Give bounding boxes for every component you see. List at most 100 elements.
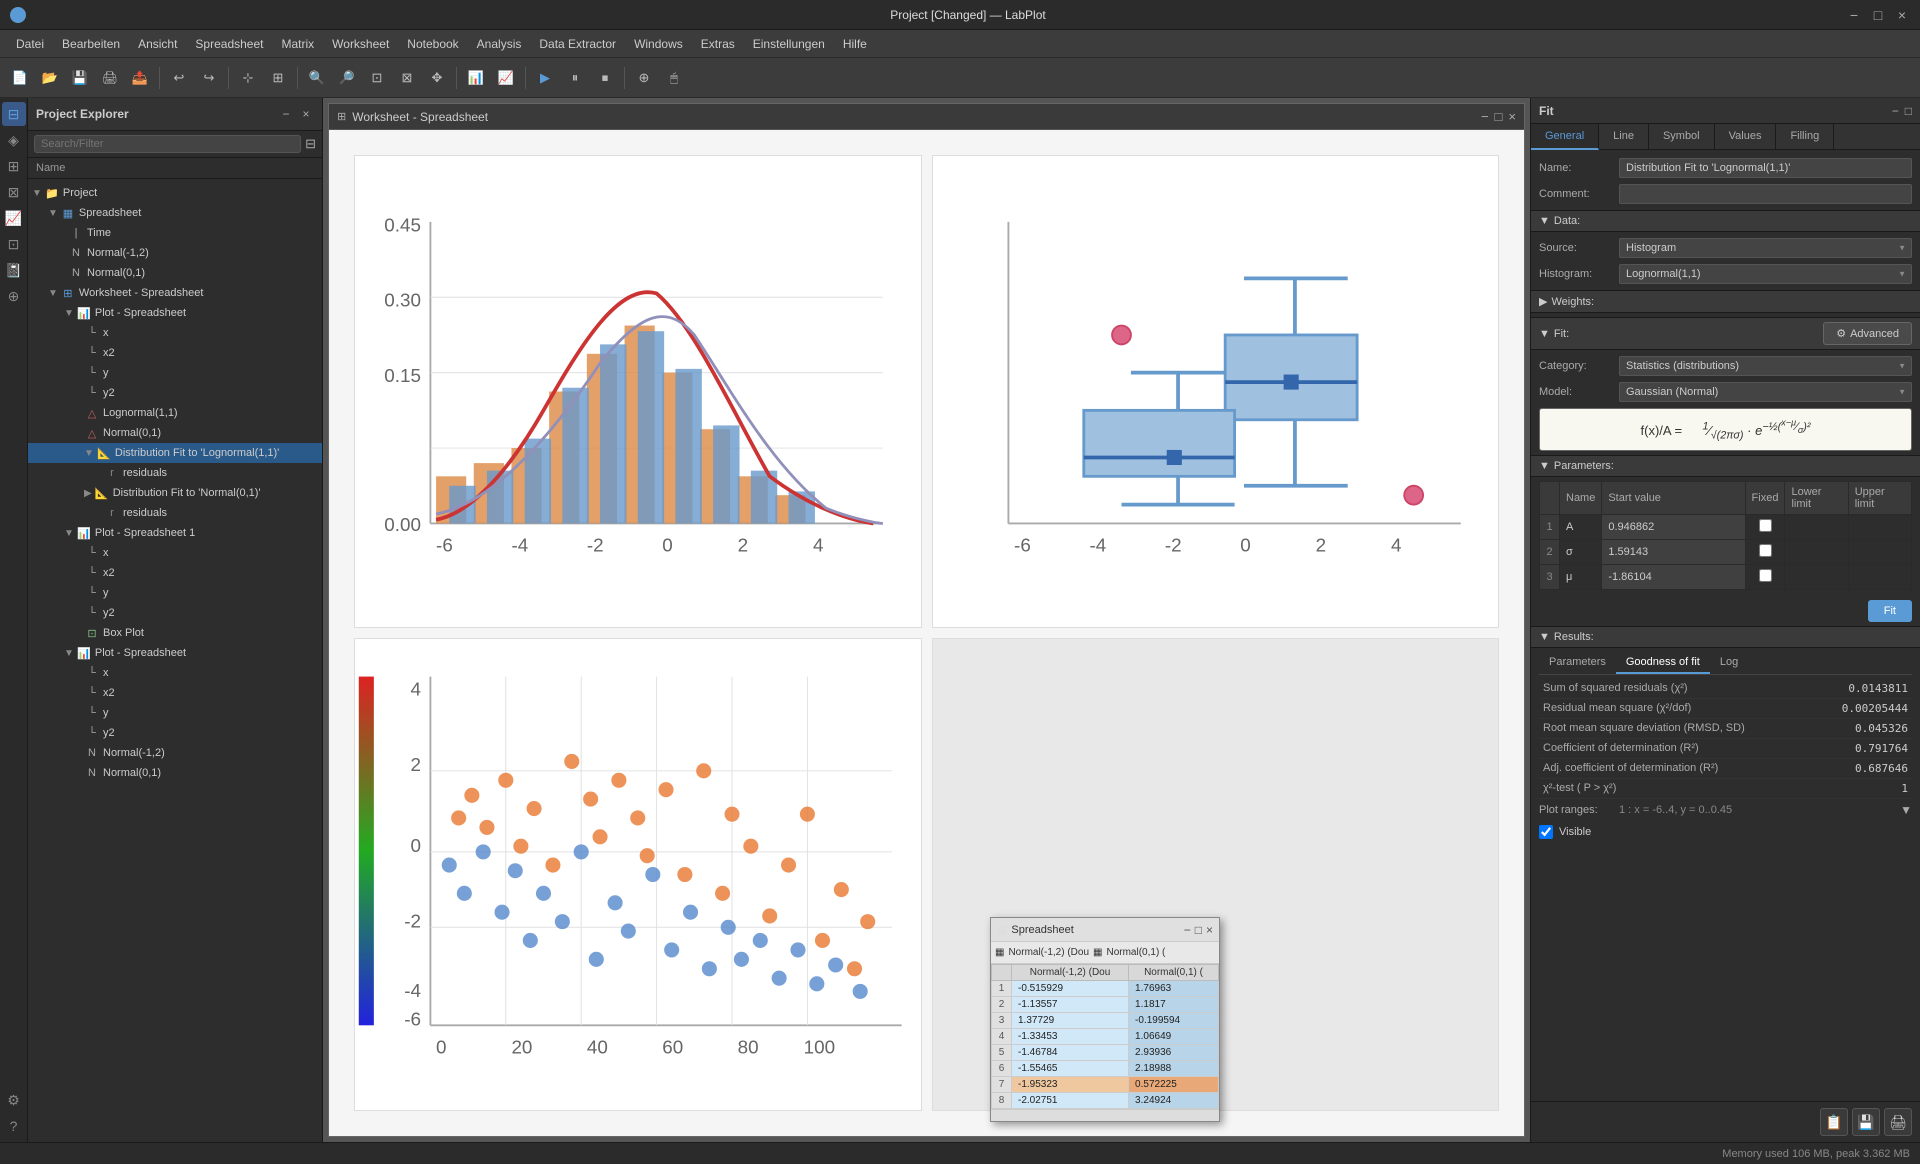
worksheet-icon[interactable]: ⊞ — [2, 154, 26, 178]
ss-expand-btn[interactable]: □ — [1195, 923, 1202, 937]
cell-v2[interactable]: 2.93936 — [1129, 1045, 1219, 1061]
histogram-select[interactable]: Lognormal(1,1) — [1619, 264, 1912, 284]
param-start-value[interactable] — [1602, 539, 1745, 564]
save-button[interactable]: 💾 — [66, 64, 94, 92]
spreadsheet-icon[interactable]: ⊠ — [2, 180, 26, 204]
menu-item-einstellungen[interactable]: Einstellungen — [745, 34, 833, 54]
cell-v1[interactable]: -1.46784 — [1012, 1045, 1129, 1061]
menu-item-notebook[interactable]: Notebook — [399, 34, 466, 54]
param-upper[interactable] — [1848, 564, 1911, 589]
tree-item-normal01c[interactable]: N Normal(0,1) — [28, 763, 322, 783]
histogram-panel[interactable]: 0.45 0.30 0.15 0.00 -6 -4 -2 0 2 4 — [354, 155, 922, 628]
ss-minimize-btn[interactable]: − — [1184, 923, 1191, 937]
undo-button[interactable]: ↩ — [165, 64, 193, 92]
close-button[interactable]: × — [1894, 7, 1910, 23]
cell-v2[interactable]: 0.572225 — [1129, 1077, 1219, 1093]
name-input[interactable] — [1619, 158, 1912, 178]
table-row[interactable]: 2 -1.13557 1.1817 — [992, 997, 1219, 1013]
results-tab-log[interactable]: Log — [1710, 652, 1748, 674]
menu-item-matrix[interactable]: Matrix — [273, 34, 322, 54]
param-start-value[interactable] — [1602, 564, 1745, 589]
tree-item-py2[interactable]: └ y2 — [28, 383, 322, 403]
minimize-button[interactable]: − — [1846, 7, 1862, 23]
maximize-button[interactable]: □ — [1870, 7, 1886, 23]
settings-icon[interactable]: ⚙ — [2, 1088, 26, 1112]
tab-line[interactable]: Line — [1599, 124, 1649, 149]
tree-item-time[interactable]: | Time — [28, 223, 322, 243]
table-row[interactable]: 6 -1.55465 2.18988 — [992, 1061, 1219, 1077]
tree-item-plot-ss2[interactable]: ▼ 📊 Plot - Spreadsheet — [28, 643, 322, 663]
print-button-right[interactable]: 🖨 — [1884, 1108, 1912, 1136]
table-row[interactable]: 5 -1.46784 2.93936 — [992, 1045, 1219, 1061]
pause-button[interactable]: ⏸ — [561, 64, 589, 92]
params-section-header[interactable]: ▼ Parameters: — [1531, 455, 1920, 477]
ws-minimize-btn[interactable]: − — [1481, 109, 1489, 124]
notebook-icon[interactable]: 📓 — [2, 258, 26, 282]
advanced-button[interactable]: ⚙ Advanced — [1823, 322, 1912, 345]
export-button[interactable]: 📤 — [126, 64, 154, 92]
tree-item-normal12[interactable]: N Normal(-1,2) — [28, 243, 322, 263]
tree-item-dist-normal[interactable]: ▶ 📐 Distribution Fit to 'Normal(0,1)' — [28, 483, 322, 503]
weights-section-header[interactable]: ▶ Weights: — [1531, 290, 1920, 313]
search-input[interactable] — [34, 135, 301, 153]
tree-item-dist-lognormal[interactable]: ▼ 📐 Distribution Fit to 'Lognormal(1,1)' — [28, 443, 322, 463]
cell-v1[interactable]: -1.95323 — [1012, 1077, 1129, 1093]
tree-item-p2x[interactable]: └ x — [28, 663, 322, 683]
table-row[interactable]: 1 -0.515929 1.76963 — [992, 981, 1219, 997]
pan-button[interactable]: ✥ — [423, 64, 451, 92]
print-button[interactable]: 🖨 — [96, 64, 124, 92]
tree-item-p2y[interactable]: └ y — [28, 703, 322, 723]
matrix-icon[interactable]: ⊡ — [2, 232, 26, 256]
tab-symbol[interactable]: Symbol — [1649, 124, 1715, 149]
table-row[interactable]: 8 -2.02751 3.24924 — [992, 1093, 1219, 1109]
tree-item-p2x2[interactable]: └ x2 — [28, 683, 322, 703]
plot-ranges-dropdown[interactable]: ▼ — [1900, 803, 1912, 817]
tree-item-p1x[interactable]: └ x — [28, 543, 322, 563]
tree-item-resid2[interactable]: r residuals — [28, 503, 322, 523]
tab-general[interactable]: General — [1531, 124, 1599, 150]
category-select[interactable]: Statistics (distributions) — [1619, 356, 1912, 376]
menu-item-windows[interactable]: Windows — [626, 34, 691, 54]
data-cursor-button[interactable]: 🖱 — [660, 64, 688, 92]
tree-item-plot-ss[interactable]: ▼ 📊 Plot - Spreadsheet — [28, 303, 322, 323]
tab-values[interactable]: Values — [1715, 124, 1777, 149]
fit-run-button[interactable]: Fit — [1868, 600, 1912, 622]
param-start-value[interactable] — [1602, 514, 1745, 539]
param-upper[interactable] — [1848, 539, 1911, 564]
data-section-header[interactable]: ▼ Data: — [1531, 210, 1920, 232]
results-tab-goodness[interactable]: Goodness of fit — [1616, 652, 1710, 674]
menu-item-bearbeiten[interactable]: Bearbeiten — [54, 34, 128, 54]
tree-item-p2y2[interactable]: └ y2 — [28, 723, 322, 743]
results-tab-params[interactable]: Parameters — [1539, 652, 1616, 674]
tree-item-lognormal[interactable]: △ Lognormal(1,1) — [28, 403, 322, 423]
redo-button[interactable]: ↪ — [195, 64, 223, 92]
plot-triangle[interactable]: ▼ — [64, 308, 74, 319]
param-fixed[interactable] — [1745, 564, 1785, 589]
menu-item-ansicht[interactable]: Ansicht — [130, 34, 185, 54]
cell-v1[interactable]: -0.515929 — [1012, 981, 1129, 997]
select2-button[interactable]: ⊞ — [264, 64, 292, 92]
tree-item-px2[interactable]: └ x2 — [28, 343, 322, 363]
results-section-header[interactable]: ▼ Results: — [1531, 626, 1920, 648]
ws-close-btn[interactable]: × — [1508, 109, 1516, 124]
table-row[interactable]: 3 1.37729 -0.199594 — [992, 1013, 1219, 1029]
param-lower[interactable] — [1785, 514, 1848, 539]
play-button[interactable]: ▶ — [531, 64, 559, 92]
ws-triangle[interactable]: ▼ — [48, 288, 58, 299]
copy-button[interactable]: 📋 — [1820, 1108, 1848, 1136]
visible-checkbox[interactable] — [1539, 825, 1553, 839]
plot1-triangle[interactable]: ▼ — [64, 528, 74, 539]
plot-icon[interactable]: 📈 — [2, 206, 26, 230]
fit-maximize-btn[interactable]: □ — [1905, 104, 1912, 118]
cell-v1[interactable]: -1.13557 — [1012, 997, 1129, 1013]
table-row[interactable]: 4 -1.33453 1.06649 — [992, 1029, 1219, 1045]
ss-triangle[interactable]: ▼ — [48, 208, 58, 219]
fit-section-header[interactable]: ▼ Fit: ⚙ Advanced — [1531, 317, 1920, 350]
tree-item-spreadsheet[interactable]: ▼ ▦ Spreadsheet — [28, 203, 322, 223]
save-image-button[interactable]: 💾 — [1852, 1108, 1880, 1136]
zoom-out-button[interactable]: 🔎 — [333, 64, 361, 92]
params-row[interactable]: 3 μ — [1540, 564, 1912, 589]
properties-icon[interactable]: ◈ — [2, 128, 26, 152]
scatter-panel[interactable]: 4 2 0 -2 -4 -6 0 20 40 60 80 100 — [354, 638, 922, 1111]
tree-item-project[interactable]: ▼ 📁 Project — [28, 183, 322, 203]
